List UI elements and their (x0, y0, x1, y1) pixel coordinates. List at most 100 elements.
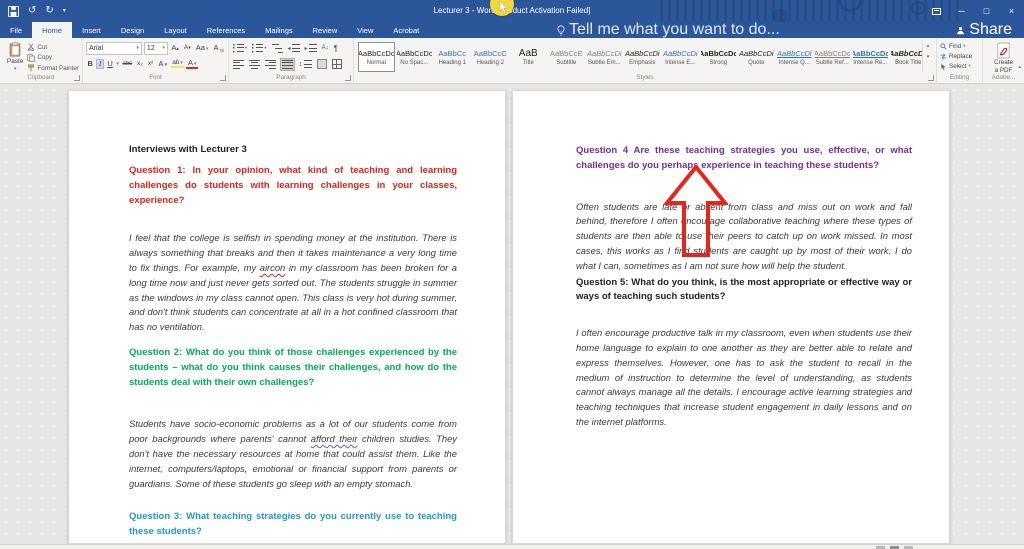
view-shortcut-icons[interactable] (876, 546, 913, 549)
style-item[interactable]: AaBbCcDi Subtle Em... (586, 42, 623, 72)
ribbon-tab[interactable]: Acrobat (383, 22, 429, 38)
close-button[interactable]: × (999, 0, 1024, 22)
ribbon-tab[interactable]: References (197, 22, 255, 38)
restore-button[interactable]: □ (974, 0, 999, 22)
ribbon-tab[interactable]: Review (303, 22, 348, 38)
editing-group-label: Editing (937, 73, 982, 83)
find-button[interactable]: Find ▾ (940, 41, 979, 51)
ribbon-tab[interactable]: Design (111, 22, 154, 38)
strikethrough-button[interactable]: abc (121, 61, 134, 67)
select-button[interactable]: Select ▾ (940, 61, 979, 71)
align-center-button[interactable] (248, 59, 261, 70)
styles-group: AaBbCcDc Normal AaBbCcDc No Spac... AaBb… (353, 38, 936, 83)
question-5-heading: Question 5: What do you think, is the mo… (576, 276, 912, 306)
ribbon-tab[interactable]: Insert (72, 22, 111, 38)
style-item[interactable]: AaBbCcDi Intense E... (662, 42, 699, 72)
editing-group: Find ▾ Replace Select ▾ Editing (936, 38, 982, 83)
style-item[interactable]: AaBbCcC Heading 2 (472, 42, 509, 72)
style-item[interactable]: AaBbCcDc Book Title (890, 42, 922, 72)
page-1[interactable]: Interviews with Lecturer 3 Question 1: I… (68, 90, 506, 544)
ribbon-tab[interactable]: Home (32, 22, 72, 38)
create-pdf-button[interactable]: Create a PDF (986, 40, 1021, 74)
style-item[interactable]: AaBbCcDc Normal (358, 42, 395, 72)
bullets-button[interactable]: ▾ (232, 43, 248, 54)
styles-scroll-up-icon[interactable]: ▴ (927, 43, 930, 49)
style-item[interactable]: AaB Title (510, 42, 547, 72)
multilevel-list-button[interactable] (271, 43, 284, 54)
pilcrow-button[interactable]: ¶ (333, 43, 339, 54)
italic-button[interactable]: I (96, 59, 104, 69)
paste-icon (8, 42, 22, 57)
indent-icon (309, 44, 317, 52)
style-item[interactable]: AaBbCcDc Strong (700, 42, 737, 72)
paste-button[interactable]: Paste ▾ (3, 40, 27, 72)
superscript-button[interactable]: x² (146, 61, 154, 68)
align-left-button[interactable] (232, 59, 245, 70)
replace-label: Replace (949, 53, 972, 60)
text-effects-button[interactable]: A▾ (157, 60, 169, 68)
red-up-arrow-shape[interactable] (664, 165, 728, 257)
sort-button[interactable]: A↓ (321, 44, 330, 52)
format-painter-button[interactable]: Format Painter (27, 64, 79, 72)
style-label: No Spac... (400, 60, 428, 66)
highlight-color-button[interactable]: ab▾ (171, 60, 185, 69)
copy-button[interactable]: Copy (27, 54, 79, 62)
increase-indent-button[interactable]: ▸ (304, 43, 318, 53)
ribbon-display-icon (932, 8, 941, 15)
style-preview: AaBbCcDc (700, 49, 737, 59)
align-right-button[interactable] (264, 59, 277, 70)
multilevel-list-icon (272, 44, 283, 53)
ribbon-tab[interactable]: Layout (154, 22, 197, 38)
borders-icon (332, 59, 342, 69)
tell-me-box[interactable]: Tell me what you want to do... (547, 22, 790, 38)
question-1-heading: Question 1: In your opinion, what kind o… (129, 164, 457, 208)
cut-button[interactable]: Cut (27, 43, 79, 51)
shading-button[interactable] (316, 58, 328, 70)
font-color-button[interactable]: A▾ (186, 59, 198, 69)
style-item[interactable]: AaBbCcDc Subtle Ref... (814, 42, 851, 72)
underline-caret-icon[interactable]: ▾ (116, 61, 119, 67)
style-preview: AaBbCcDi (587, 49, 622, 59)
create-pdf-label-line1: Create (994, 59, 1013, 67)
styles-scroll-down-icon[interactable]: ▾ (927, 54, 930, 60)
adobe-group: Create a PDF Adobe... (982, 38, 1024, 83)
decrease-indent-button[interactable]: ◂ (287, 43, 301, 53)
font-group-label: Font (83, 73, 228, 83)
font-size-select[interactable]: 12 ▾ (144, 42, 168, 55)
style-item[interactable]: AaBbCcDi Emphasis (624, 42, 661, 72)
share-button[interactable]: Share (944, 22, 1024, 38)
style-item[interactable]: AaBbCcDi Quote (738, 42, 775, 72)
page-2[interactable]: Question 4 Are these teaching strategies… (512, 90, 950, 544)
style-item[interactable]: AaBbCcDi Intense Q... (776, 42, 813, 72)
font-name-select[interactable]: Arial ▾ (86, 42, 142, 55)
shrink-font-button[interactable]: A▾ (182, 45, 192, 52)
numbering-button[interactable]: ▾ (251, 43, 267, 54)
font-size-value: 12 (147, 45, 155, 52)
minimize-button[interactable]: ─ (949, 0, 974, 22)
question-4-heading: Question 4 Are these teaching strategies… (576, 144, 912, 174)
justify-button[interactable] (280, 58, 295, 71)
subscript-button[interactable]: x₂ (136, 61, 145, 68)
bullets-icon (233, 44, 244, 53)
ribbon-tab[interactable]: File (0, 22, 32, 38)
line-spacing-button[interactable]: ↕ (298, 59, 313, 69)
share-person-icon (956, 26, 965, 35)
grow-font-button[interactable]: A▴ (170, 44, 181, 52)
style-item[interactable]: AaBbCc Heading 1 (434, 42, 471, 72)
ribbon-display-options-button[interactable] (924, 0, 949, 22)
style-item[interactable]: AaBbCcDc No Spac... (396, 42, 433, 72)
style-item[interactable]: AaBbCcDc Intense Re... (852, 42, 889, 72)
find-label: Find (949, 43, 961, 50)
replace-button[interactable]: Replace (940, 51, 979, 61)
ribbon-tab[interactable]: View (347, 22, 383, 38)
collapse-ribbon-icon[interactable]: ▴ (1018, 64, 1021, 70)
clear-formatting-button[interactable]: A (212, 44, 225, 52)
change-case-button[interactable]: Aa▾ (194, 44, 210, 52)
style-item[interactable]: AaBbCcE Subtitle (548, 42, 585, 72)
bold-button[interactable]: B (86, 60, 94, 68)
style-label: Title (523, 60, 534, 66)
borders-button[interactable] (331, 58, 343, 70)
ribbon-tab[interactable]: Mailings (255, 22, 303, 38)
pdf-icon (996, 42, 1011, 59)
underline-button[interactable]: U (106, 60, 114, 68)
